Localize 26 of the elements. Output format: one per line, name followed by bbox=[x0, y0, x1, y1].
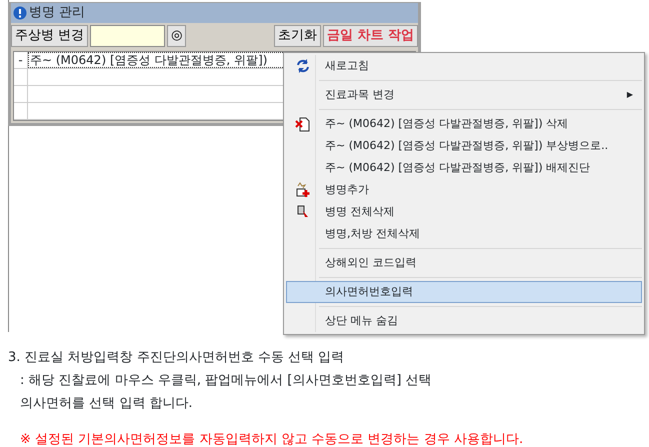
menu-item[interactable]: 주~ (M0642) [염증성 다발관절병증, 위팔]) 삭제 bbox=[286, 113, 642, 135]
menu-item[interactable]: 주~ (M0642) [염증성 다발관절병증, 위팔]) 부상병으로.. bbox=[286, 135, 642, 157]
reset-button[interactable]: 초기화 bbox=[274, 25, 321, 47]
circle-button[interactable]: ◎ bbox=[167, 25, 186, 47]
window-title: 병명 관리 bbox=[29, 4, 86, 22]
menu-item[interactable]: 병명 전체삭제 bbox=[286, 201, 642, 223]
info-icon bbox=[13, 6, 27, 20]
change-main-diagnosis-button[interactable]: 주상병 변경 bbox=[11, 25, 88, 47]
menu-item[interactable]: 상단 메뉴 숨김 bbox=[286, 310, 642, 332]
add-document-icon bbox=[295, 182, 311, 198]
diagnosis-input[interactable] bbox=[90, 25, 166, 47]
menu-item[interactable]: 병명추가 bbox=[286, 179, 642, 201]
menu-item[interactable]: 상해외인 코드입력 bbox=[286, 252, 642, 274]
menu-item[interactable]: 새로고침 bbox=[286, 55, 642, 77]
refresh-icon bbox=[295, 58, 311, 74]
chart-work-button[interactable]: 금일 차트 작업 bbox=[322, 25, 418, 47]
menu-item[interactable]: 진료과목 변경 ▶ bbox=[286, 84, 642, 106]
instruction-text: 의사면허를 선택 입력 합니다. bbox=[19, 395, 194, 413]
delete-document-icon bbox=[295, 116, 311, 132]
menu-item[interactable]: 주~ (M0642) [염증성 다발관절병증, 위팔]) 배제진단 bbox=[286, 157, 642, 179]
note-text: ※ 설정된 기본의사면허정보를 자동입력하지 않고 수동으로 변경하는 경우 사용합니다. bbox=[19, 431, 524, 447]
menu-item[interactable]: 의사면허번호입력 bbox=[286, 281, 642, 303]
menu-item[interactable]: 병명,처방 전체삭제 bbox=[286, 223, 642, 245]
submenu-arrow-icon: ▶ bbox=[626, 89, 633, 101]
instruction-text: 3. 진료실 처방입력창 주진단의사면허번호 수동 선택 입력 bbox=[8, 349, 346, 367]
instruction-text: : 해당 진찰료에 마우스 우클릭, 팝업메뉴에서 [의사면호번호입력] 선택 bbox=[19, 372, 433, 390]
